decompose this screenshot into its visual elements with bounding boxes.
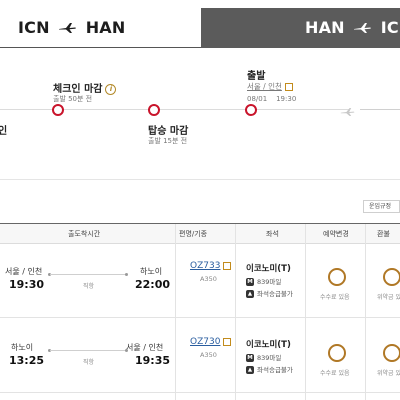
flight-number: OZ730 (190, 337, 221, 347)
route-line (50, 274, 126, 275)
checkin-sub: 출발 50분 전 (53, 95, 93, 103)
flight-number: OZ733 (190, 261, 221, 271)
direct-label: 직항 (83, 283, 95, 290)
table-row: 서울 / 인천 19:30 직항 하노이 22:00 OZ733 A350 이코… (0, 243, 400, 318)
flight-number-link[interactable]: OZ733 (190, 261, 232, 271)
mileage-icon: M (246, 278, 254, 286)
arrival-time: 19:35 (135, 354, 171, 367)
seat-upgrade-text: 좌석승급불가 (257, 366, 293, 374)
checkin-dot (52, 104, 64, 116)
route-end-dot (125, 273, 128, 276)
mileage-icon: M (246, 354, 254, 362)
cabin-class: 이코노미(T) (246, 340, 291, 350)
departure-city-link[interactable]: 서울 / 인천 (247, 81, 293, 92)
fare-rules-button[interactable]: 운임규정 (363, 200, 400, 213)
timeline-left-fragment: 인 (0, 126, 8, 137)
boarding-sub: 출발 15분 전 (148, 137, 188, 145)
return-destination: ICN (380, 18, 400, 37)
outbound-origin: ICN (18, 18, 50, 37)
departure-dot (245, 104, 257, 116)
info-icon[interactable]: i (105, 83, 117, 95)
route-tabs: ICN HAN HAN ICN (0, 0, 400, 48)
upgrade-icon: ▲ (246, 366, 254, 374)
boarding-timeline: 인 체크인 마감 i 출발 50분 전 탑승 마감 출발 15분 전 출발 서울 … (0, 62, 400, 172)
outbound-destination: HAN (85, 18, 126, 37)
external-link-icon (284, 83, 293, 91)
departure-title: 출발 (247, 71, 266, 82)
mileage-text: 839마일 (257, 354, 282, 362)
mileage: M 839마일 (246, 276, 281, 286)
section-divider (0, 179, 400, 180)
table-row: 하노이 13:25 직항 서울 / 인천 19:35 OZ730 A350 이코… (0, 318, 400, 393)
route-line (50, 350, 126, 351)
refund-fee: 위약금 있 (377, 370, 400, 377)
schedule-table-header: 출도착시간 편명/기종 좌석 예약변경 환불 (0, 223, 400, 244)
external-link-icon (223, 261, 232, 270)
header-schedule: 출도착시간 (68, 230, 101, 238)
arrival-city: 서울 / 인천 (126, 343, 164, 352)
boarding-title: 탑승 마감 (148, 126, 189, 137)
refund-allowed-icon (383, 344, 400, 362)
timeline-continuation (360, 109, 400, 110)
refund-allowed-icon (383, 268, 400, 286)
tab-underline (0, 47, 201, 48)
departure-time: 19:30 (9, 278, 45, 291)
change-allowed-icon (328, 344, 346, 362)
external-link-icon (223, 337, 232, 346)
departure-city: 서울 / 인천 (247, 82, 282, 91)
flight-number-link[interactable]: OZ730 (190, 337, 232, 347)
refund-fee: 위약금 있 (377, 294, 400, 301)
header-change: 예약변경 (323, 230, 349, 238)
departure-datetime: 08/01 19:30 (247, 95, 296, 103)
change-fee: 수수료 있음 (320, 294, 350, 301)
upgrade-icon: ▲ (246, 290, 254, 298)
mileage: M 839마일 (246, 352, 281, 362)
seat-upgrade: ▲ 좌석승급불가 (246, 364, 293, 374)
seat-upgrade: ▲ 좌석승급불가 (246, 288, 293, 298)
header-refund: 환불 (377, 230, 390, 238)
departure-city: 하노이 (11, 343, 34, 352)
checkin-title: 체크인 마감 i (53, 80, 117, 95)
mileage-text: 839마일 (257, 278, 282, 286)
departure-date: 08/01 (247, 95, 268, 103)
seat-upgrade-text: 좌석승급불가 (257, 290, 293, 298)
plane-icon (58, 22, 78, 34)
change-fee: 수수료 있음 (320, 370, 350, 377)
header-flight: 편명/기종 (179, 230, 208, 238)
change-allowed-icon (328, 268, 346, 286)
direct-label: 직항 (83, 359, 95, 366)
header-seat: 좌석 (266, 230, 279, 238)
departure-time: 19:30 (276, 95, 297, 103)
aircraft-type: A350 (200, 351, 217, 359)
aircraft-type: A350 (200, 275, 217, 283)
boarding-dot (148, 104, 160, 116)
outbound-route[interactable]: ICN HAN (18, 18, 125, 37)
plane-icon (353, 22, 373, 34)
arrival-time: 22:00 (135, 278, 171, 291)
cabin-class: 이코노미(T) (246, 264, 291, 274)
return-route[interactable]: HAN ICN (305, 18, 400, 37)
arrival-city: 하노이 (140, 267, 163, 276)
departure-city: 서울 / 인천 (5, 267, 43, 276)
plane-icon (340, 103, 356, 116)
return-origin: HAN (305, 18, 345, 37)
departure-time: 13:25 (9, 354, 45, 367)
